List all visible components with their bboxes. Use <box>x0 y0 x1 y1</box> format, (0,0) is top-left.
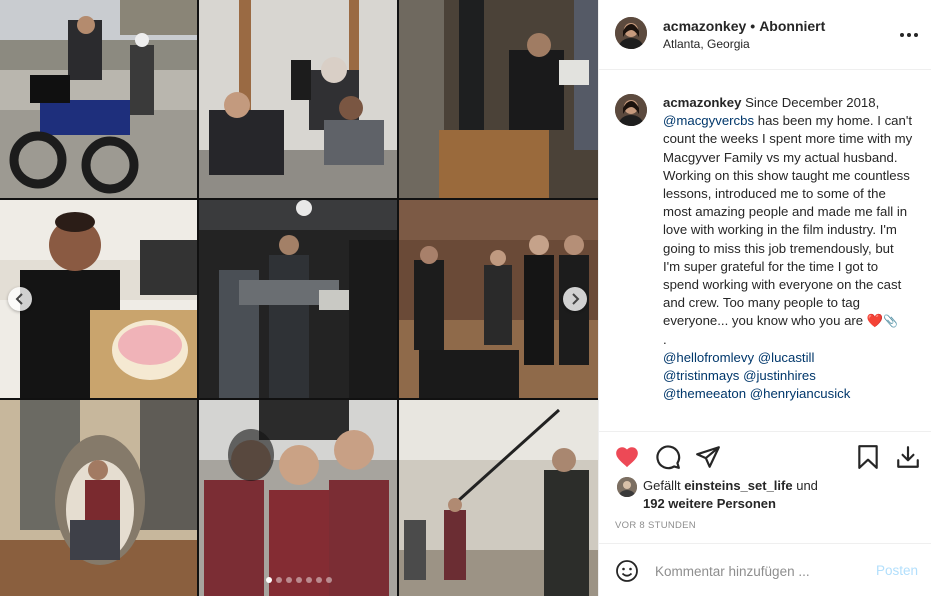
mention-link[interactable]: @tristinmays <box>663 368 739 383</box>
carousel-dot <box>326 577 332 583</box>
mention-link[interactable]: @justinhires <box>743 368 816 383</box>
comment-bubble-icon[interactable] <box>655 444 681 470</box>
chevron-right-icon[interactable] <box>563 287 587 311</box>
caption-username[interactable]: acmazonkey <box>663 95 741 110</box>
mention-link[interactable]: @hellofromlevy <box>663 350 754 365</box>
avatar[interactable] <box>615 17 647 49</box>
heart-emoji: ❤️ <box>866 313 884 329</box>
bookmark-icon[interactable] <box>855 444 881 470</box>
likes-connector: und <box>796 478 818 493</box>
post-caption: acmazonkey Since December 2018, @macgyve… <box>663 94 913 403</box>
header-user-row: acmazonkey • Abonniert <box>663 18 825 34</box>
post-details-panel: acmazonkey • Abonniert Atlanta, Georgia ac… <box>598 0 931 596</box>
carousel-dot <box>286 577 292 583</box>
photo-three-women <box>199 400 397 596</box>
smiley-icon[interactable] <box>615 559 639 583</box>
follow-status-button[interactable]: Abonniert <box>759 18 825 34</box>
separator-dot: • <box>750 18 756 34</box>
liker-username[interactable]: einsteins_set_life <box>684 478 792 493</box>
post-comment-button[interactable]: Posten <box>876 563 918 578</box>
comments-area[interactable]: acmazonkey Since December 2018, @macgyve… <box>599 70 931 431</box>
carousel-dot <box>266 577 272 583</box>
carousel-indicator <box>0 577 598 583</box>
mention-link[interactable]: @henryiancusick <box>750 386 851 401</box>
photo-warehouse <box>399 400 598 596</box>
more-dots-icon[interactable] <box>900 26 918 44</box>
heart-filled-icon[interactable] <box>614 444 640 470</box>
photo-crew-dark <box>199 200 397 398</box>
avatar[interactable] <box>615 94 647 126</box>
mention-link[interactable]: @themeeaton <box>663 386 746 401</box>
likes-others-count[interactable]: 192 weitere Personen <box>643 496 776 511</box>
likes-others[interactable]: 192 weitere Personen <box>643 496 776 511</box>
paper-plane-icon[interactable] <box>695 444 721 470</box>
photo-motorcycle-set <box>0 0 197 198</box>
carousel-dot <box>296 577 302 583</box>
add-comment-bar: Posten <box>599 543 931 596</box>
mention-link[interactable]: @lucastill <box>758 350 815 365</box>
likes-line: Gefällt einsteins_set_life und <box>643 478 818 493</box>
paperclip-icon: 📎 <box>883 314 899 329</box>
download-icon[interactable] <box>895 444 921 470</box>
post-timestamp[interactable]: VOR 8 STUNDEN <box>615 520 696 531</box>
caption-text-start: Since December 2018, <box>745 95 880 110</box>
photo-actors-floor <box>199 0 397 198</box>
photo-chair <box>0 400 197 596</box>
chevron-left-icon[interactable] <box>8 287 32 311</box>
username-link[interactable]: acmazonkey <box>663 18 746 34</box>
carousel-dot <box>306 577 312 583</box>
likes-prefix: Gefällt <box>643 478 681 493</box>
likes-summary: Gefällt einsteins_set_life und 192 weite… <box>617 475 917 515</box>
caption-text-body: has been my home. I can't count the week… <box>663 113 913 329</box>
post-media[interactable] <box>0 0 598 596</box>
mention-link[interactable]: @macgyvercbs <box>663 113 754 128</box>
carousel-dot <box>316 577 322 583</box>
photo-set-room <box>399 0 598 198</box>
comment-input[interactable] <box>655 560 855 582</box>
caption-period: . <box>663 331 667 347</box>
location-link[interactable]: Atlanta, Georgia <box>663 37 750 51</box>
carousel-dot <box>276 577 282 583</box>
post-header: acmazonkey • Abonniert Atlanta, Georgia <box>599 0 931 70</box>
avatar[interactable] <box>617 477 637 497</box>
